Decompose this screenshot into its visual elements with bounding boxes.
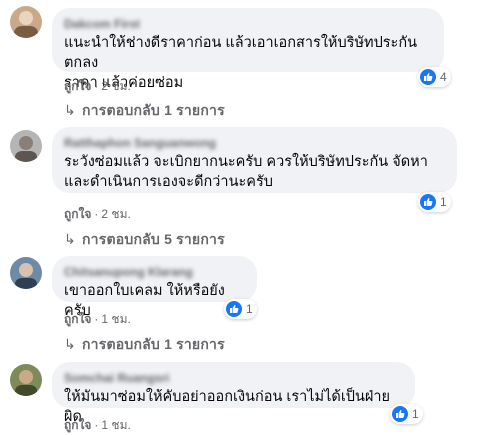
view-replies-button[interactable]: ↳ การตอบกลับ 5 รายการ: [64, 229, 225, 251]
like-button[interactable]: ถูกใจ: [64, 418, 91, 432]
reply-arrow-icon: ↳: [64, 336, 76, 352]
reaction-summary[interactable]: 4: [418, 67, 451, 87]
replies-label: การตอบกลับ 1 รายการ: [82, 336, 225, 352]
thumbs-up-icon: [420, 69, 436, 85]
avatar[interactable]: [10, 364, 42, 396]
replies-label: การตอบกลับ 5 รายการ: [82, 231, 225, 247]
comment-author[interactable]: Somchai Ruangsri: [64, 370, 403, 386]
reply-arrow-icon: ↳: [64, 231, 76, 247]
like-button[interactable]: ถูกใจ: [64, 79, 91, 93]
replies-label: การตอบกลับ 1 รายการ: [82, 102, 225, 118]
thumbs-up-icon: [420, 194, 436, 210]
comment-actions: ถูกใจ · 1 ชม.: [64, 312, 131, 326]
avatar[interactable]: [10, 6, 42, 38]
timestamp[interactable]: 1 ชม.: [101, 312, 130, 326]
reaction-summary[interactable]: 1: [418, 192, 451, 212]
reaction-count: 1: [412, 407, 419, 421]
comment-author[interactable]: Chitsanupong Klarang: [64, 264, 245, 280]
reaction-count: 1: [440, 195, 447, 209]
avatar[interactable]: [10, 130, 42, 162]
view-replies-button[interactable]: ↳ การตอบกลับ 1 รายการ: [64, 334, 225, 356]
reaction-count: 1: [246, 302, 253, 316]
reaction-count: 4: [440, 70, 447, 84]
thumbs-up-icon: [226, 301, 242, 317]
comment-actions: ถูกใจ · 2 ชม.: [64, 79, 131, 93]
timestamp[interactable]: 2 ชม.: [101, 79, 130, 93]
comment-text: ระวังซ่อมแล้ว จะเบิกยากนะครับ ควรให้บริษ…: [64, 154, 428, 190]
comment-bubble: Somchai Ruangsri ให้มันมาซ่อมให้คับอย่าอ…: [52, 362, 415, 425]
comment-bubble: Ratthaphon Sanguanwong ระวังซ่อมแล้ว จะเ…: [52, 127, 457, 193]
comment-author[interactable]: Ratthaphon Sanguanwong: [64, 135, 445, 151]
reaction-summary[interactable]: 1: [390, 404, 423, 424]
timestamp[interactable]: 1 ชม.: [101, 418, 130, 432]
like-button[interactable]: ถูกใจ: [64, 312, 91, 326]
comment-actions: ถูกใจ · 1 ชม.: [64, 418, 131, 432]
like-button[interactable]: ถูกใจ: [64, 207, 91, 221]
comment-bubble: Chitsanupong Klarang เขาออกใบเคลม ให้หรื…: [52, 256, 257, 319]
avatar[interactable]: [10, 257, 42, 289]
comment-author[interactable]: Dakcom First: [64, 16, 432, 32]
reply-arrow-icon: ↳: [64, 102, 76, 118]
thumbs-up-icon: [392, 406, 408, 422]
view-replies-button[interactable]: ↳ การตอบกลับ 1 รายการ: [64, 100, 225, 122]
comment-bubble: Dakcom First แนะนำให้ช่างดีราคาก่อน แล้ว…: [52, 8, 444, 91]
reaction-summary[interactable]: 1: [224, 299, 257, 319]
timestamp[interactable]: 2 ชม.: [101, 207, 130, 221]
comment-actions: ถูกใจ · 2 ชม.: [64, 207, 131, 221]
